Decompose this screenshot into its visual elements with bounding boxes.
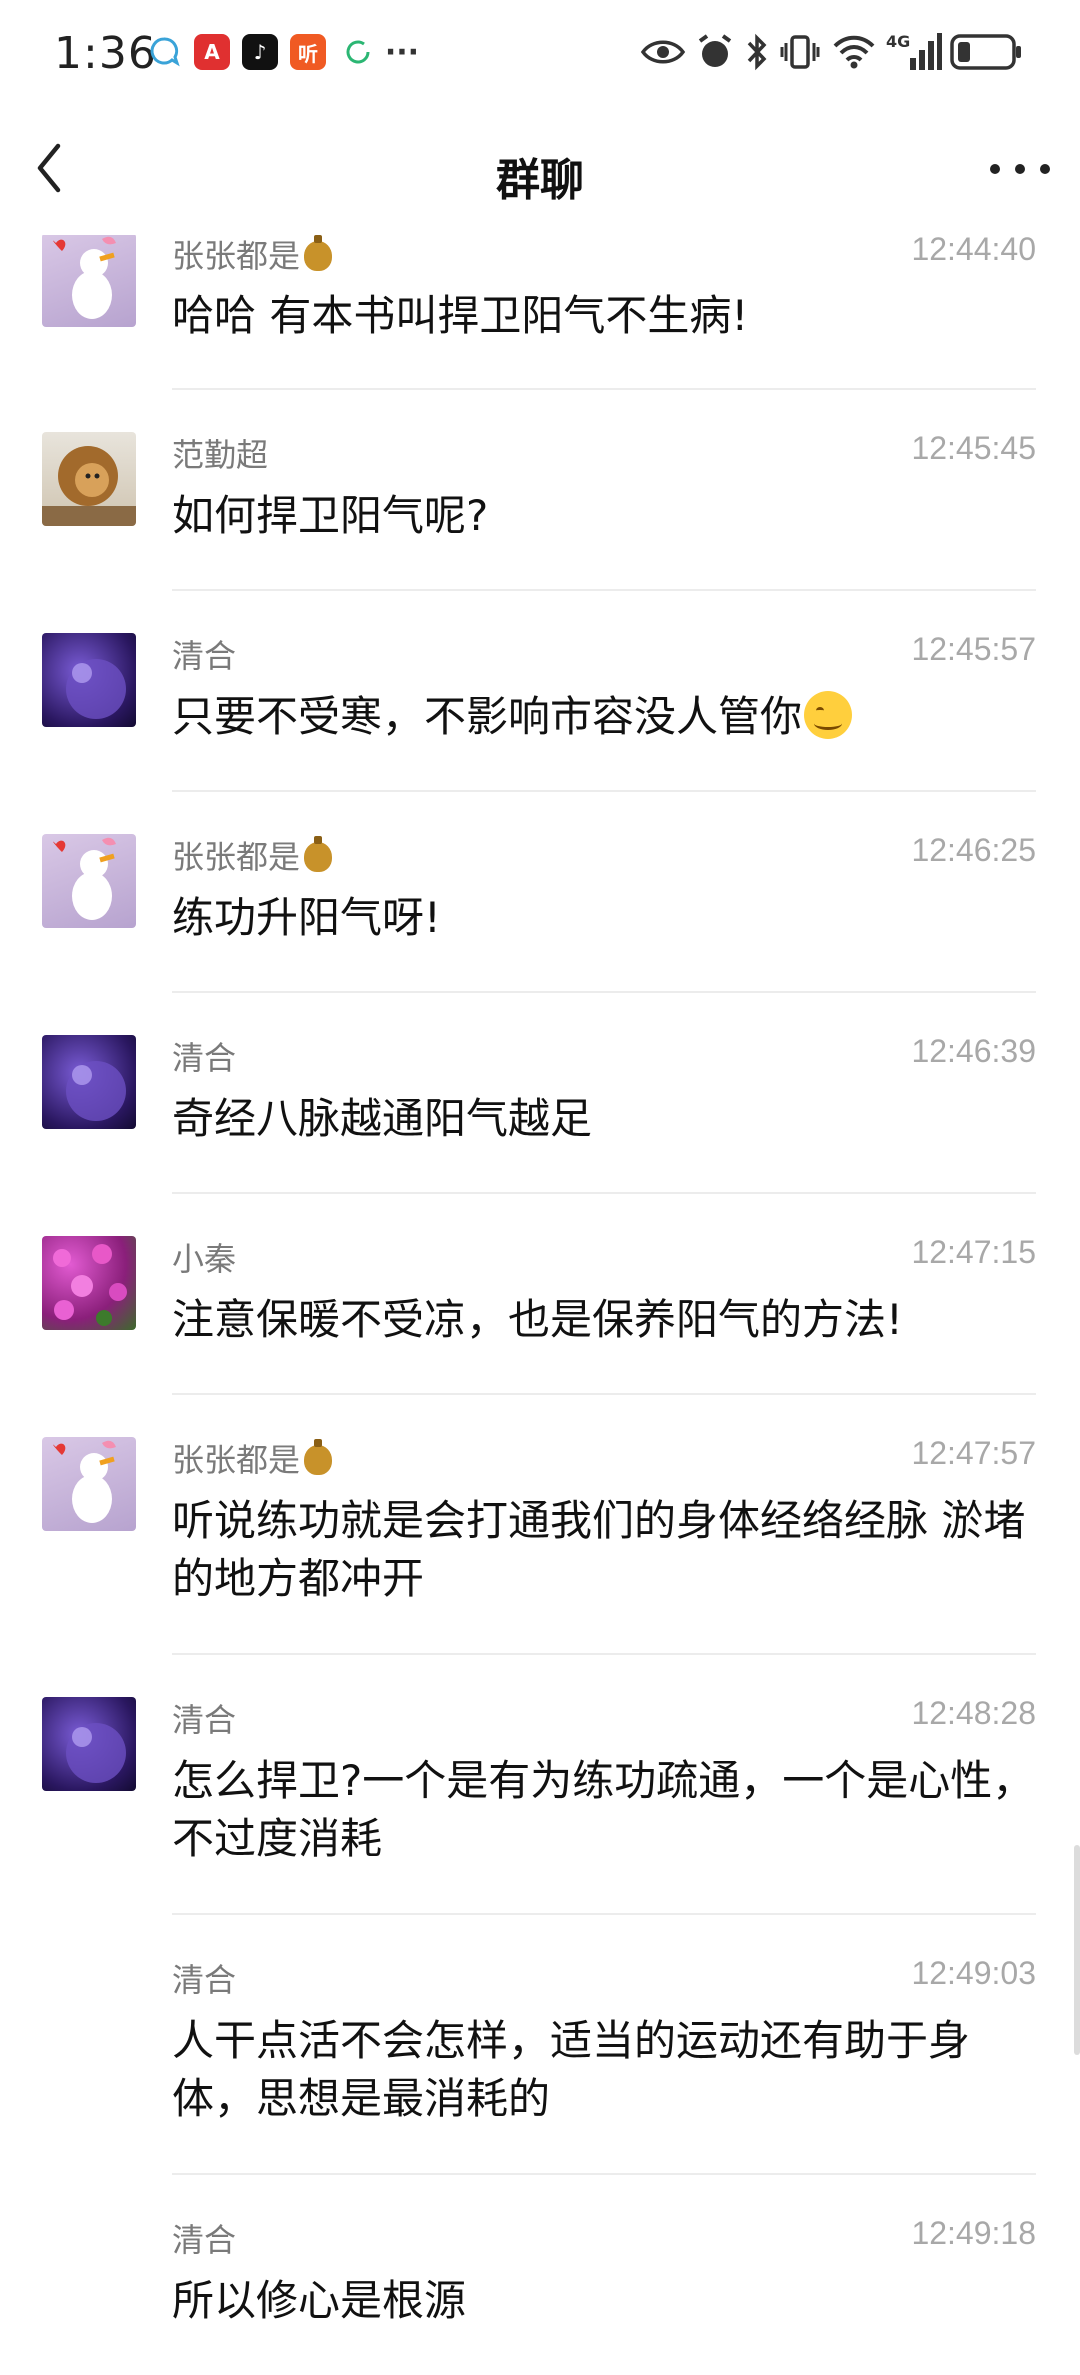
status-bar: 1:36 A ♪ 听 ··· 4G <box>0 0 1080 110</box>
message-text: 所以修心是根源 <box>172 2276 467 2325</box>
message-text: 哈哈 有本书叫捍卫阳气不生病! <box>172 291 749 340</box>
sender-name: 范勤超 <box>172 436 269 474</box>
message-text: 人干点活不会怎样，适当的运动还有助于身体，思想是最消耗的 <box>172 2016 971 2123</box>
message-text: 只要不受寒，不影响市容没人管你 <box>172 688 1042 746</box>
purple-planet-avatar[interactable] <box>42 633 136 727</box>
sender-name: 清合 <box>172 1701 237 1739</box>
chat-bubble-icon <box>146 34 182 70</box>
app-red-icon: A <box>194 34 230 70</box>
eye-icon <box>640 30 686 74</box>
divider <box>172 388 1036 390</box>
page-title: 群聊 <box>496 155 584 206</box>
listen-app-icon: 听 <box>290 34 326 70</box>
message-time: 12:48:28 <box>911 1695 1036 1731</box>
purple-planet-avatar[interactable] <box>42 1697 136 1791</box>
lion-avatar[interactable] <box>42 432 136 526</box>
sender-name: 清合 <box>172 2221 237 2259</box>
message-text: 怎么捍卫?一个是有为练功疏通，一个是心性，不过度消耗 <box>172 1756 1035 1863</box>
wifi-icon <box>832 30 876 74</box>
more-dots-icon <box>990 164 1000 174</box>
divider <box>172 991 1036 993</box>
message-time: 12:47:15 <box>911 1234 1036 1270</box>
divider <box>172 790 1036 792</box>
sender-name: 清合 <box>172 1039 237 1077</box>
battery-icon <box>950 30 1022 74</box>
message-time: 12:49:18 <box>911 2215 1036 2251</box>
message-time: 12:47:57 <box>911 1435 1036 1471</box>
bluetooth-icon <box>744 30 770 74</box>
money-bag-emoji <box>304 836 333 872</box>
daisy-duck-avatar[interactable] <box>42 834 136 928</box>
divider <box>172 1192 1036 1194</box>
sender-name: 小秦 <box>172 1240 237 1278</box>
smile-emoji <box>804 691 853 739</box>
message-time: 12:44:40 <box>911 235 1036 267</box>
daisy-duck-avatar[interactable] <box>42 235 136 327</box>
daisy-duck-avatar[interactable] <box>42 1437 136 1531</box>
status-time: 1:36 <box>54 28 157 79</box>
divider <box>172 1913 1036 1915</box>
tiktok-icon: ♪ <box>242 34 278 70</box>
sender-name: 张张都是 <box>172 832 333 878</box>
message-time: 12:49:03 <box>911 1955 1036 1991</box>
money-bag-emoji <box>304 235 333 271</box>
message-time: 12:46:25 <box>911 832 1036 868</box>
vibrate-icon <box>780 30 820 74</box>
more-dots-icon: ··· <box>384 34 420 70</box>
alarm-icon <box>696 30 734 74</box>
message-time: 12:45:45 <box>911 430 1036 466</box>
message-text: 如何捍卫阳气呢? <box>172 491 489 540</box>
signal-icon: 4G <box>886 30 942 74</box>
money-bag-emoji <box>304 1439 333 1475</box>
nav-bar: 群聊 <box>0 110 1080 235</box>
divider <box>172 1393 1036 1395</box>
message-time: 12:45:57 <box>911 631 1036 667</box>
sender-name: 张张都是 <box>172 1435 333 1481</box>
divider <box>172 1653 1036 1655</box>
purple-planet-avatar[interactable] <box>42 1035 136 1129</box>
more-button[interactable] <box>990 144 1050 194</box>
message-list[interactable]: 张张都是 12:44:40 哈哈 有本书叫捍卫阳气不生病! 范勤超 12:45:… <box>0 235 1080 2375</box>
sender-name: 清合 <box>172 637 237 675</box>
divider <box>172 2173 1036 2175</box>
sync-icon <box>340 34 376 70</box>
message-text: 听说练功就是会打通我们的身体经络经脉 淤堵的地方都冲开 <box>172 1496 1026 1603</box>
message-time: 12:46:39 <box>911 1033 1036 1069</box>
message-text: 练功升阳气呀! <box>172 893 441 942</box>
scrollbar[interactable] <box>1074 1845 1080 2055</box>
sender-name: 清合 <box>172 1961 237 1999</box>
divider <box>172 589 1036 591</box>
message-text: 注意保暖不受凉，也是保养阳气的方法! <box>172 1295 903 1344</box>
pink-flowers-avatar[interactable] <box>42 1236 136 1330</box>
message-text: 奇经八脉越通阳气越足 <box>172 1094 593 1143</box>
sender-name: 张张都是 <box>172 235 333 277</box>
